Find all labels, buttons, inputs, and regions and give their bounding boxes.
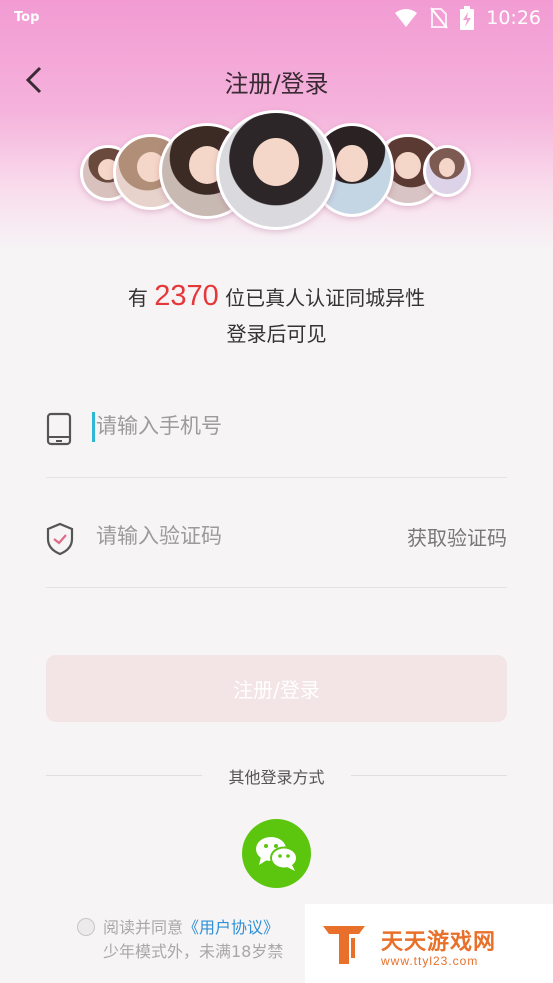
verified-count-line: 有 2370 位已真人认证同城异性 (0, 280, 553, 313)
status-bar: Top 10:26 (0, 0, 553, 38)
get-code-button[interactable]: 获取验证码 (407, 522, 507, 551)
nav-bar: 注册/登录 (0, 56, 553, 104)
agreement-text: 阅读并同意《用户协议》 少年模式外，未满18岁禁 (103, 916, 333, 964)
count-suffix: 位已真人认证同城异性 (225, 286, 426, 310)
agreement-line2: 少年模式外，未满18岁禁 (103, 942, 284, 961)
other-login-divider: 其他登录方式 (46, 764, 507, 788)
status-icons: 10:26 (394, 6, 541, 30)
phone-input[interactable] (96, 408, 376, 444)
avatar (216, 110, 336, 230)
code-input[interactable] (96, 518, 376, 554)
other-login-label: 其他登录方式 (228, 768, 325, 787)
text-caret (92, 412, 95, 442)
clock: 10:26 (486, 7, 541, 29)
divider-line (351, 775, 507, 776)
register-login-button[interactable]: 注册/登录 (46, 655, 507, 722)
user-agreement-link[interactable]: 《用户协议》 (183, 918, 279, 937)
watermark-url: www.ttyl23.com (381, 954, 479, 968)
count-prefix: 有 (127, 286, 148, 310)
phone-icon (46, 412, 72, 446)
wifi-icon (395, 9, 418, 27)
avatar-strip (0, 110, 553, 240)
shield-check-icon (46, 522, 74, 556)
login-hint: 登录后可见 (226, 322, 327, 346)
phone-field (46, 370, 507, 478)
page-title: 注册/登录 (224, 70, 329, 98)
wechat-login-button[interactable] (242, 819, 311, 888)
battery-charging-icon (460, 6, 475, 30)
no-sim-icon (430, 7, 449, 29)
watermark-title: 天天游戏网 (381, 930, 497, 955)
verified-count: 2370 (154, 280, 219, 312)
watermark: 天天游戏网 www.ttyl23.com (305, 904, 553, 983)
code-field: 获取验证码 (46, 480, 507, 588)
agreement-radio[interactable] (77, 918, 95, 936)
site-logo (323, 926, 365, 964)
avatar (423, 145, 471, 197)
agreement-prefix: 阅读并同意 (103, 918, 184, 937)
wechat-icon (255, 836, 298, 871)
carrier-label: Top (14, 10, 40, 25)
